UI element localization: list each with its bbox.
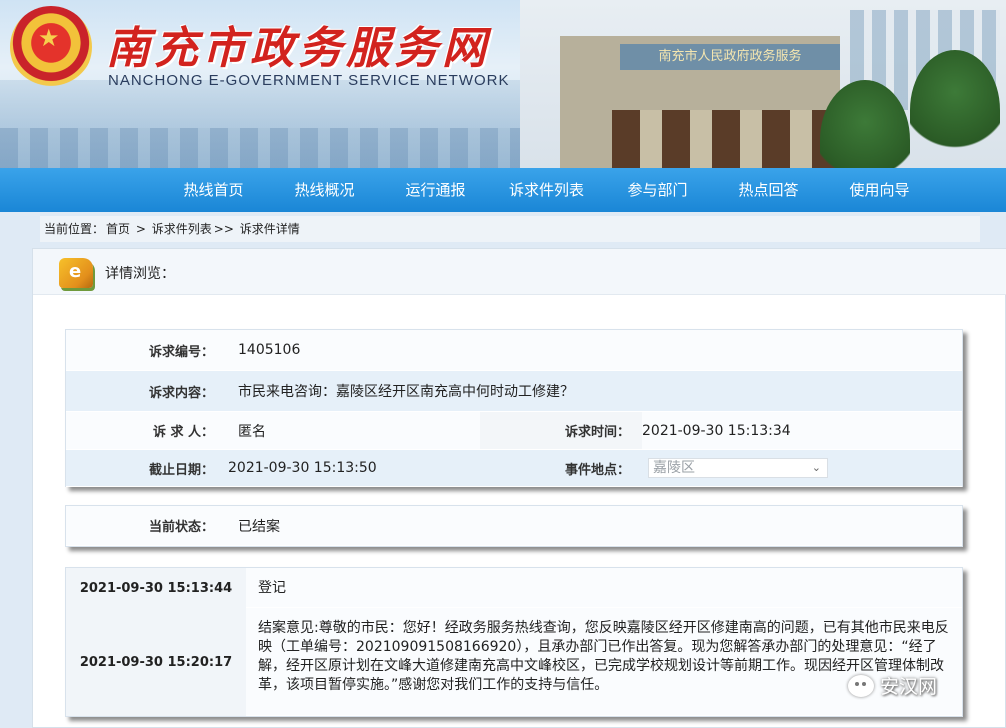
chevron-down-icon: ⌄ bbox=[811, 461, 821, 474]
row-request-id: 诉求编号： 1405106 bbox=[66, 330, 962, 371]
request-id-label: 诉求编号： bbox=[148, 344, 214, 360]
breadcrumb-separator: > bbox=[135, 222, 146, 236]
breadcrumb-current: 诉求件详情 bbox=[239, 222, 300, 236]
log-row: 2021-09-30 15:20:17 结案意见:尊敬的市民：您好！经政务服务热… bbox=[66, 608, 962, 716]
request-id-value: 1405106 bbox=[238, 342, 301, 358]
row-request-content: 诉求内容： 市民来电咨询：嘉陵区经开区南充高中何时动工修建？ bbox=[66, 371, 962, 412]
nav-item-hot-answers[interactable]: 热点回答 bbox=[713, 168, 824, 212]
panel-title: 详情浏览： bbox=[105, 266, 175, 282]
breadcrumb: 当前位置： 首页 > 诉求件列表 >> 诉求件详情 bbox=[40, 216, 980, 242]
location-label: 事件地点： bbox=[564, 462, 630, 478]
requester-value: 匿名 bbox=[238, 423, 266, 440]
deadline-value: 2021-09-30 15:13:50 bbox=[228, 460, 377, 476]
log-time: 2021-09-30 15:20:17 bbox=[66, 608, 246, 716]
breadcrumb-separator: >> bbox=[213, 222, 234, 236]
panel-header: 详情浏览： bbox=[33, 249, 1006, 295]
detail-panel: 详情浏览： 诉求编号： 1405106 诉求内容： 市民来电咨询：嘉陵区经开区南… bbox=[32, 248, 1006, 728]
log-time: 2021-09-30 15:13:44 bbox=[66, 568, 246, 608]
row-person-time: 诉 求 人： 匿名 诉求时间： 2021-09-30 15:13:34 bbox=[66, 412, 962, 450]
building-front: 南充市人民政府政务服务 bbox=[560, 36, 868, 168]
process-log-table: 2021-09-30 15:13:44 登记 2021-09-30 15:20:… bbox=[65, 567, 963, 717]
nav-item-request-list[interactable]: 诉求件列表 bbox=[491, 168, 602, 212]
wechat-icon bbox=[848, 674, 874, 697]
row-deadline-location: 截止日期： 2021-09-30 15:13:50 事件地点： 嘉陵区 ⌄ bbox=[66, 450, 962, 487]
status-table: 当前状态： 已结案 bbox=[65, 505, 963, 547]
request-info-table: 诉求编号： 1405106 诉求内容： 市民来电咨询：嘉陵区经开区南充高中何时动… bbox=[65, 329, 963, 487]
watermark-text: 安汉网 bbox=[880, 676, 938, 698]
header-banner: 南充市人民政府政务服务 南充市政务服务网 NANCHONG E-GOVERNME… bbox=[0, 0, 1006, 168]
request-time-value: 2021-09-30 15:13:34 bbox=[642, 422, 791, 439]
nav-item-hotline-overview[interactable]: 热线概况 bbox=[269, 168, 380, 212]
log-text: 登记 bbox=[258, 579, 286, 596]
request-time-label: 诉求时间： bbox=[480, 412, 642, 449]
nav-item-departments[interactable]: 参与部门 bbox=[602, 168, 713, 212]
status-value: 已结案 bbox=[238, 518, 280, 535]
site-subtitle: NANCHONG E-GOVERNMENT SERVICE NETWORK bbox=[108, 72, 510, 89]
city-skyline-image bbox=[0, 80, 520, 168]
location-select[interactable]: 嘉陵区 ⌄ bbox=[648, 458, 828, 478]
nav-item-hotline-home[interactable]: 热线首页 bbox=[158, 168, 269, 212]
request-content-label: 诉求内容： bbox=[148, 385, 214, 401]
nav-item-guide[interactable]: 使用向导 bbox=[824, 168, 935, 212]
log-row: 2021-09-30 15:13:44 登记 bbox=[66, 568, 962, 608]
nav-item-operation-report[interactable]: 运行通报 bbox=[380, 168, 491, 212]
breadcrumb-prefix: 当前位置： bbox=[44, 222, 105, 236]
site-title: 南充市政务服务网 bbox=[106, 23, 490, 74]
palm-tree bbox=[910, 50, 1000, 168]
breadcrumb-list-link[interactable]: 诉求件列表 bbox=[152, 222, 212, 236]
book-icon bbox=[59, 258, 93, 288]
watermark: 安汉网 bbox=[848, 672, 937, 699]
row-status: 当前状态： 已结案 bbox=[66, 506, 962, 546]
status-label: 当前状态： bbox=[148, 520, 214, 535]
main-nav: 热线首页 热线概况 运行通报 诉求件列表 参与部门 热点回答 使用向导 bbox=[0, 168, 1006, 212]
request-content-value: 市民来电咨询：嘉陵区经开区南充高中何时动工修建？ bbox=[238, 384, 574, 400]
building-sign: 南充市人民政府政务服务 bbox=[620, 44, 840, 70]
deadline-label: 截止日期： bbox=[148, 462, 214, 478]
breadcrumb-home-link[interactable]: 首页 bbox=[106, 222, 130, 236]
government-building-image: 南充市人民政府政务服务 bbox=[520, 0, 1006, 168]
national-emblem-logo bbox=[10, 6, 92, 88]
location-select-value: 嘉陵区 bbox=[653, 460, 695, 476]
requester-label: 诉 求 人： bbox=[152, 425, 214, 440]
